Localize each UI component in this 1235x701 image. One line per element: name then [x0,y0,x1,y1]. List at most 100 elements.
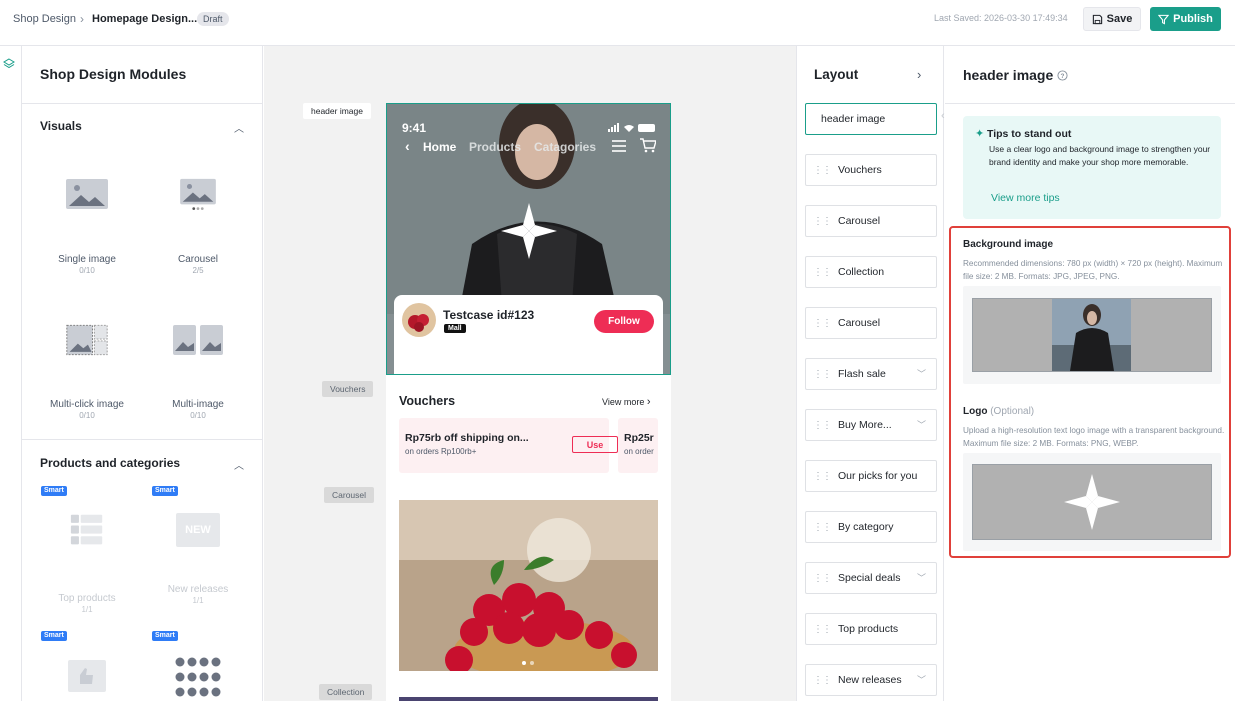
drag-handle-icon[interactable]: ⋮⋮ [806,216,838,227]
breadcrumb-chevron-icon: › [80,12,84,26]
layout-item-label: New releases [838,674,902,686]
chevron-down-icon[interactable]: ﹀ [917,673,926,686]
section-tag-carousel[interactable]: Carousel [324,487,375,503]
background-image-upload[interactable] [963,286,1221,384]
module-multi-click-image[interactable]: Multi-click image 0/10 [32,323,142,420]
section-tag-collection[interactable]: Collection [319,684,373,700]
divider [22,103,263,104]
avatar [402,303,436,337]
help-icon[interactable]: ? [1057,70,1068,81]
publish-button-label: Publish [1173,13,1213,25]
publish-icon [1158,14,1170,25]
carousel-image[interactable] [399,500,658,671]
drag-handle-icon[interactable]: ⋮⋮ [806,318,838,329]
layout-item-header-image[interactable]: header image [805,103,937,135]
chevron-down-icon[interactable]: ﹀ [917,367,926,380]
smart-badge: Smart [41,631,67,641]
layout-item-by-category[interactable]: ⋮⋮ By category [805,511,937,543]
chevron-right-icon[interactable]: › [917,67,921,82]
products-section-title[interactable]: Products and categories [40,456,180,470]
breadcrumb-current: Homepage Design... [92,13,198,25]
layout-item-label: Special deals [838,572,901,584]
layout-item-vouchers[interactable]: ⋮⋮ Vouchers [805,154,937,186]
chevron-right-icon: › [646,396,651,408]
module-name: New releases [167,584,229,595]
back-chevron-icon[interactable]: ‹ [405,138,410,154]
drag-handle-icon[interactable]: ⋮⋮ [806,573,838,584]
breadcrumb-root[interactable]: Shop Design [13,13,76,25]
new-releases-icon: NEW [176,513,220,547]
module-count: 0/10 [79,411,95,420]
module-top-products[interactable]: Top products 1/1 [32,513,142,614]
drag-handle-icon[interactable]: ⋮⋮ [806,369,838,380]
visuals-section-title[interactable]: Visuals [40,119,82,133]
voucher-card[interactable]: Rp75rb off shipping on... on orders Rp10… [399,418,618,473]
properties-title: header image ? [963,67,1068,83]
publish-button[interactable]: Publish [1150,7,1221,31]
top-bar: Shop Design › Homepage Design... Draft L… [0,0,1235,46]
layout-item-collection[interactable]: ⋮⋮ Collection [805,256,937,288]
status-icons [608,123,655,132]
chevron-down-icon[interactable]: ﹀ [917,418,926,431]
header-image-section[interactable]: 9:41 ‹ Home Products Catagories Testcase… [386,103,671,375]
drag-handle-icon[interactable]: ⋮⋮ [806,624,838,635]
smart-badge: Smart [152,631,178,641]
layout-item-label: Carousel [838,317,881,329]
layout-item-buy-more[interactable]: ⋮⋮ Buy More... ﹀ [805,409,937,441]
phone-nav-home[interactable]: Home [423,140,456,154]
mall-badge: Mall [444,324,466,333]
layout-item-flash-sale[interactable]: ⋮⋮ Flash sale ﹀ [805,358,937,390]
voucher-card[interactable]: Rp25r on order [618,418,658,473]
layout-item-label: By category [838,521,894,533]
layout-item-carousel-2[interactable]: ⋮⋮ Carousel [805,307,937,339]
layers-icon[interactable] [3,58,15,70]
layout-item-our-picks[interactable]: ⋮⋮ Our picks for you [805,460,937,492]
module-name: Multi-click image [50,399,124,410]
view-more-tips-link[interactable]: View more tips [991,192,1060,204]
divider [945,103,1235,104]
shop-name: Testcase id#123 [443,308,535,322]
carousel-icon [180,178,216,210]
drag-handle-icon[interactable]: ⋮⋮ [806,267,838,278]
voucher-subtitle: on order [624,447,654,456]
drag-handle-icon[interactable]: ⋮⋮ [806,420,838,431]
save-button[interactable]: Save [1083,7,1141,31]
section-tag-header-image[interactable]: header image [303,103,371,119]
layout-item-carousel[interactable]: ⋮⋮ Carousel [805,205,937,237]
chevron-up-icon[interactable]: ︿ [234,120,244,135]
view-more-label: View more [602,397,645,407]
layout-item-new-releases[interactable]: ⋮⋮ New releases ﹀ [805,664,937,696]
phone-nav-products[interactable]: Products [469,140,521,154]
layout-item-special-deals[interactable]: ⋮⋮ Special deals ﹀ [805,562,937,594]
view-more-link[interactable]: View more › [602,396,651,408]
drag-handle-icon[interactable]: ⋮⋮ [806,471,838,482]
logo-optional: (Optional) [990,406,1035,417]
follow-button[interactable]: Follow [594,310,654,333]
chevron-down-icon[interactable]: ﹀ [917,571,926,584]
cart-icon[interactable] [640,138,656,153]
module-count: 1/1 [192,596,204,605]
module-count: 2/5 [192,266,204,275]
module-carousel[interactable]: Carousel 2/5 [143,178,253,275]
voucher-use-button[interactable]: Use [572,436,618,453]
layout-item-top-products[interactable]: ⋮⋮ Top products [805,613,937,645]
drag-handle-icon[interactable]: ⋮⋮ [806,522,838,533]
module-single-image[interactable]: Single image 0/10 [32,178,142,275]
module-multi-image[interactable]: Multi-image 0/10 [143,323,253,420]
drag-handle-icon[interactable]: ⋮⋮ [806,675,838,686]
collection-image[interactable] [399,697,658,701]
drag-handle-icon[interactable]: ⋮⋮ [806,165,838,176]
layout-item-label: Our picks for you [838,470,918,482]
properties-title-text: header image [963,67,1054,83]
top-products-icon [70,514,103,545]
section-tag-vouchers[interactable]: Vouchers [322,381,374,397]
logo-upload[interactable] [963,453,1221,551]
menu-icon[interactable] [612,140,626,152]
module-name: Multi-image [172,399,224,410]
phone-nav-categories[interactable]: Catagories [534,140,596,154]
layout-item-label: Flash sale [838,368,886,380]
chevron-up-icon[interactable]: ︿ [234,457,244,472]
logo-label: Logo (Optional) [963,406,1034,417]
logo-label-text: Logo [963,406,988,417]
module-new-releases[interactable]: NEW New releases 1/1 [143,513,253,605]
